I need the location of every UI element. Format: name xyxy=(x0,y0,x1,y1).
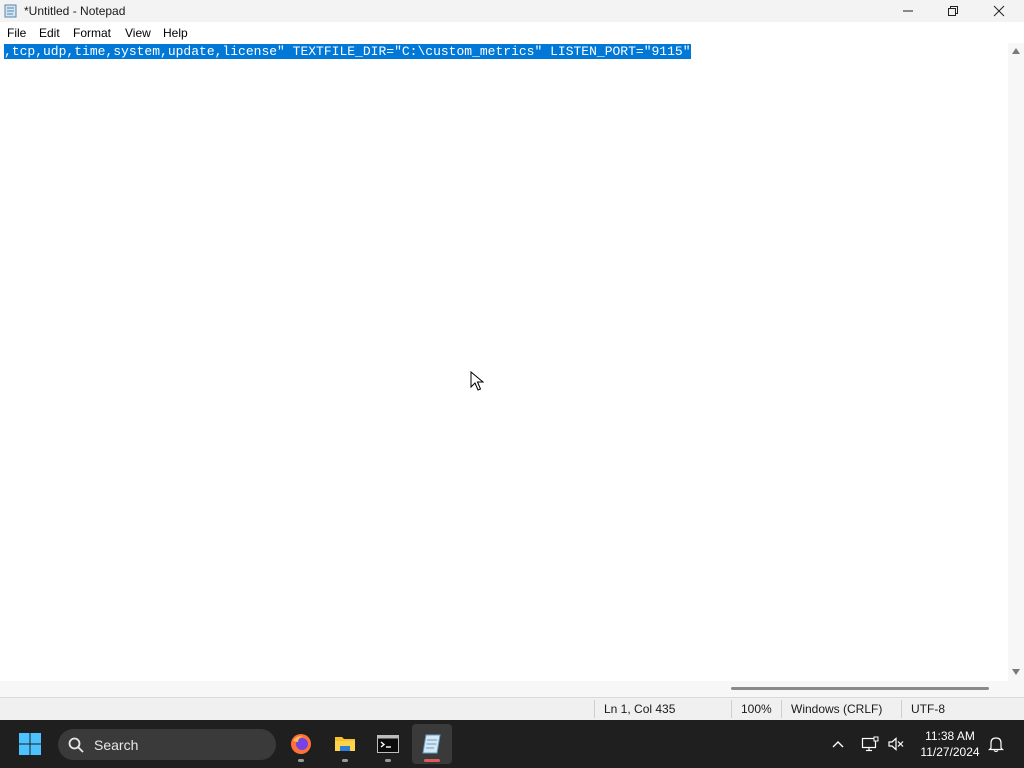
running-indicator xyxy=(298,759,304,762)
scroll-up-icon[interactable] xyxy=(1012,48,1020,54)
close-button[interactable] xyxy=(976,0,1022,22)
maximize-button[interactable] xyxy=(930,0,976,22)
volume-muted-icon xyxy=(888,737,904,751)
editor-line[interactable]: ,tcp,udp,time,system,update,license" TEX… xyxy=(4,44,691,60)
line-ending: Windows (CRLF) xyxy=(791,702,883,716)
notepad-app-icon xyxy=(4,4,17,18)
taskbar-search-box[interactable]: Search xyxy=(58,729,276,760)
horizontal-scrollbar[interactable] xyxy=(0,681,1024,697)
search-label: Search xyxy=(94,737,139,753)
menu-view[interactable]: View xyxy=(125,26,151,40)
start-button[interactable] xyxy=(16,730,44,758)
status-divider xyxy=(781,700,782,718)
taskbar-firefox[interactable] xyxy=(281,724,321,764)
minimize-button[interactable] xyxy=(885,0,931,22)
search-icon xyxy=(68,737,84,753)
notepad-icon xyxy=(422,734,441,754)
file-explorer-icon xyxy=(335,737,355,751)
zoom-level: 100% xyxy=(741,702,772,716)
close-icon xyxy=(993,5,1005,17)
chevron-up-icon xyxy=(832,741,844,748)
clock-time: 11:38 AM xyxy=(925,729,975,743)
mouse-cursor-icon xyxy=(470,371,484,391)
taskbar-terminal[interactable] xyxy=(368,724,408,764)
terminal-icon xyxy=(377,735,399,753)
running-indicator xyxy=(342,759,348,762)
restore-icon xyxy=(948,6,958,16)
network-icon xyxy=(861,736,879,752)
text-editor[interactable]: ,tcp,udp,time,system,update,license" TEX… xyxy=(0,43,1008,681)
menu-edit[interactable]: Edit xyxy=(39,26,60,40)
minimize-icon xyxy=(903,10,913,12)
horizontal-scroll-thumb[interactable] xyxy=(731,687,989,690)
status-divider xyxy=(731,700,732,718)
taskbar-file-explorer[interactable] xyxy=(325,724,365,764)
vertical-scrollbar[interactable] xyxy=(1008,43,1024,681)
menu-format[interactable]: Format xyxy=(73,26,111,40)
clock-date: 11/27/2024 xyxy=(920,745,980,759)
notifications-button[interactable] xyxy=(986,720,1006,768)
show-hidden-icons-button[interactable] xyxy=(826,720,850,768)
firefox-icon xyxy=(291,734,311,754)
selected-text[interactable]: ,tcp,udp,time,system,update,license" TEX… xyxy=(4,44,691,59)
active-indicator xyxy=(424,759,440,762)
bell-icon xyxy=(988,737,1004,753)
volume-button[interactable] xyxy=(884,720,908,768)
status-divider xyxy=(901,700,902,718)
network-status-button[interactable] xyxy=(858,720,882,768)
encoding: UTF-8 xyxy=(911,702,945,716)
running-indicator xyxy=(385,759,391,762)
scroll-down-icon[interactable] xyxy=(1012,669,1020,675)
status-divider xyxy=(594,700,595,718)
menu-bar: File Edit Format View Help xyxy=(0,22,1024,43)
window-title: *Untitled - Notepad xyxy=(24,4,126,18)
cursor-position: Ln 1, Col 435 xyxy=(604,702,676,716)
status-bar: Ln 1, Col 435 100% Windows (CRLF) UTF-8 xyxy=(0,697,1024,720)
taskbar-notepad[interactable] xyxy=(412,724,452,764)
windows-logo-icon xyxy=(19,733,41,755)
menu-help[interactable]: Help xyxy=(163,26,188,40)
taskbar: Search 11:38 AM 11/27/2024 xyxy=(0,720,1024,768)
title-bar: *Untitled - Notepad xyxy=(0,0,1024,22)
menu-file[interactable]: File xyxy=(7,26,26,40)
taskbar-clock[interactable]: 11:38 AM 11/27/2024 xyxy=(914,728,986,760)
